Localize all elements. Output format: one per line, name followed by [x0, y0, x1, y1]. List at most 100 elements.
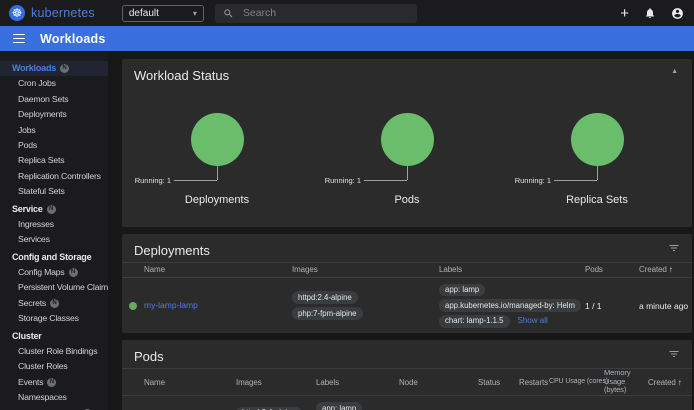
user-profile-button[interactable] [671, 7, 684, 20]
sort-ascending-icon: ↑ [669, 265, 673, 274]
sidebar-header-config-and-storage: Config and Storage [0, 250, 108, 265]
column-header-cpu-usage[interactable]: CPU Usage (cores) [549, 378, 602, 386]
namespaced-badge-icon: N [47, 205, 56, 214]
sidebar-item-daemon-sets[interactable]: Daemon Sets [0, 92, 108, 107]
sidebar-item-service[interactable]: ServiceN [0, 202, 108, 217]
image-chip: php:7-fpm-alpine [292, 307, 363, 320]
sidebar-item-replica-sets[interactable]: Replica Sets [0, 153, 108, 168]
label-chip: chart: lamp-1.1.5 [439, 315, 510, 328]
replica-sets-pie-chart [571, 113, 624, 166]
kubernetes-logo-icon: ☸ [9, 5, 25, 21]
running-count-label: Running: 1 [135, 176, 171, 185]
filter-icon [668, 242, 680, 254]
chart-title: Deployments [185, 194, 249, 206]
column-header-created[interactable]: Created↑ [639, 265, 692, 274]
deployments-table-header: Name Images Labels Pods Created↑ [122, 262, 692, 278]
chart-title: Replica Sets [566, 194, 628, 206]
column-header-labels[interactable]: Labels [439, 265, 585, 274]
page-title: Workloads [40, 32, 105, 46]
top-bar: ☸ kubernetes default ▾ + [0, 0, 694, 26]
column-header-name[interactable]: Name [144, 378, 236, 387]
column-header-memory-usage[interactable]: Memory Usage (bytes) [602, 369, 648, 395]
sidebar-item-events[interactable]: EventsN [0, 375, 108, 390]
notifications-button[interactable] [644, 7, 656, 19]
filter-button[interactable] [668, 242, 680, 254]
column-header-labels[interactable]: Labels [316, 378, 399, 387]
pods-card: Pods Name Images Labels Node Status Rest… [122, 340, 692, 410]
brand-wordmark: kubernetes [31, 6, 95, 20]
deployments-chart: Running: 1 Deployments [122, 113, 312, 206]
sidebar-item-namespaces[interactable]: Namespaces [0, 390, 108, 405]
chart-connector: Running: 1 [122, 166, 312, 187]
filter-icon [668, 348, 680, 360]
filter-button[interactable] [668, 348, 680, 360]
sidebar-item-pods[interactable]: Pods [0, 138, 108, 153]
sidebar-item-replication-controllers[interactable]: Replication Controllers [0, 169, 108, 184]
namespace-selected-value: default [129, 8, 159, 19]
deployments-card-title: Deployments [122, 234, 692, 262]
table-row: my-lamp-lamp httpd:2.4-alpine php:7-fpm-a… [122, 278, 692, 333]
user-icon [671, 7, 684, 20]
app-bar: Workloads [0, 26, 694, 51]
label-chip: app: lamp [316, 402, 362, 410]
chart-connector: Running: 1 [502, 166, 692, 187]
running-status-icon [129, 302, 137, 310]
sidebar-item-workloads[interactable]: WorkloadsN [0, 61, 108, 76]
sidebar-item-cron-jobs[interactable]: Cron Jobs [0, 76, 108, 91]
running-count-label: Running: 1 [515, 176, 551, 185]
column-header-images[interactable]: Images [292, 265, 439, 274]
label-chip: app.kubernetes.io/managed-by: Helm [439, 299, 581, 312]
deployments-card: Deployments Name Images Labels Pods Crea… [122, 234, 692, 333]
column-header-pods[interactable]: Pods [585, 265, 639, 274]
collapse-card-button[interactable]: ▲ [671, 68, 678, 75]
sidebar-nav: WorkloadsN Cron Jobs Daemon Sets Deploym… [0, 51, 108, 410]
running-count-label: Running: 1 [325, 176, 361, 185]
sidebar-item-stateful-sets[interactable]: Stateful Sets [0, 184, 108, 199]
label-chip: app: lamp [439, 284, 485, 297]
show-all-labels-link[interactable]: Show all [518, 316, 548, 325]
column-header-node[interactable]: Node [399, 378, 478, 387]
sidebar-item-persistent-volume-claims[interactable]: Persistent Volume ClaimsN [0, 280, 108, 295]
sidebar-item-config-maps[interactable]: Config MapsN [0, 265, 108, 280]
pods-pie-chart [381, 113, 434, 166]
sidebar-item-secrets[interactable]: SecretsN [0, 296, 108, 311]
sort-ascending-icon: ↑ [678, 378, 682, 387]
sidebar-item-cluster-role-bindings[interactable]: Cluster Role Bindings [0, 344, 108, 359]
column-header-restarts[interactable]: Restarts [519, 378, 549, 387]
column-header-status[interactable]: Status [478, 378, 519, 387]
column-header-images[interactable]: Images [236, 378, 316, 387]
sidebar-item-storage-classes[interactable]: Storage Classes [0, 311, 108, 326]
top-actions: + [620, 6, 684, 21]
search-icon [223, 8, 234, 19]
brand[interactable]: ☸ kubernetes [9, 5, 95, 21]
create-resource-button[interactable]: + [620, 6, 629, 21]
sidebar-item-cluster-roles[interactable]: Cluster Roles [0, 359, 108, 374]
sidebar-item-services[interactable]: Services [0, 232, 108, 247]
column-header-name[interactable]: Name [144, 265, 292, 274]
deployment-name-link[interactable]: my-lamp-lamp [144, 300, 198, 310]
pods-chart: Running: 1 Pods [312, 113, 502, 206]
image-chip: httpd:2.4-alpine [292, 291, 358, 304]
namespaced-badge-icon: N [60, 64, 69, 73]
sidebar-item-deployments[interactable]: Deployments [0, 107, 108, 122]
kubernetes-dashboard: ☸ kubernetes default ▾ + [0, 0, 694, 410]
column-header-created[interactable]: Created↑ [648, 378, 692, 387]
search-box [215, 4, 417, 23]
menu-icon[interactable] [13, 34, 25, 44]
sidebar-item-jobs[interactable]: Jobs [0, 123, 108, 138]
workload-status-charts: Running: 1 Deployments Running: 1 Pods [122, 113, 692, 206]
sidebar-item-ingresses[interactable]: Ingresses [0, 217, 108, 232]
pods-ready-count: 1 / 1 [585, 301, 639, 311]
namespaced-badge-icon: N [69, 268, 78, 277]
namespaced-badge-icon: N [50, 299, 59, 308]
main-content: Workload Status ▲ Running: 1 Deployments [108, 51, 694, 410]
search-input[interactable] [243, 7, 409, 19]
sidebar-header-cluster: Cluster [0, 329, 108, 344]
sidebar-item-network-policies[interactable]: Network PoliciesN [0, 406, 108, 410]
deployments-pie-chart [191, 113, 244, 166]
namespace-selector[interactable]: default ▾ [122, 5, 204, 22]
workload-status-card: Workload Status ▲ Running: 1 Deployments [122, 59, 692, 227]
pods-table-header: Name Images Labels Node Status Restarts … [122, 368, 692, 396]
chart-connector: Running: 1 [312, 166, 502, 187]
table-row: my-lamp-lamp-5fd985cf68-jwvz4 httpd:2.4-… [122, 396, 692, 410]
